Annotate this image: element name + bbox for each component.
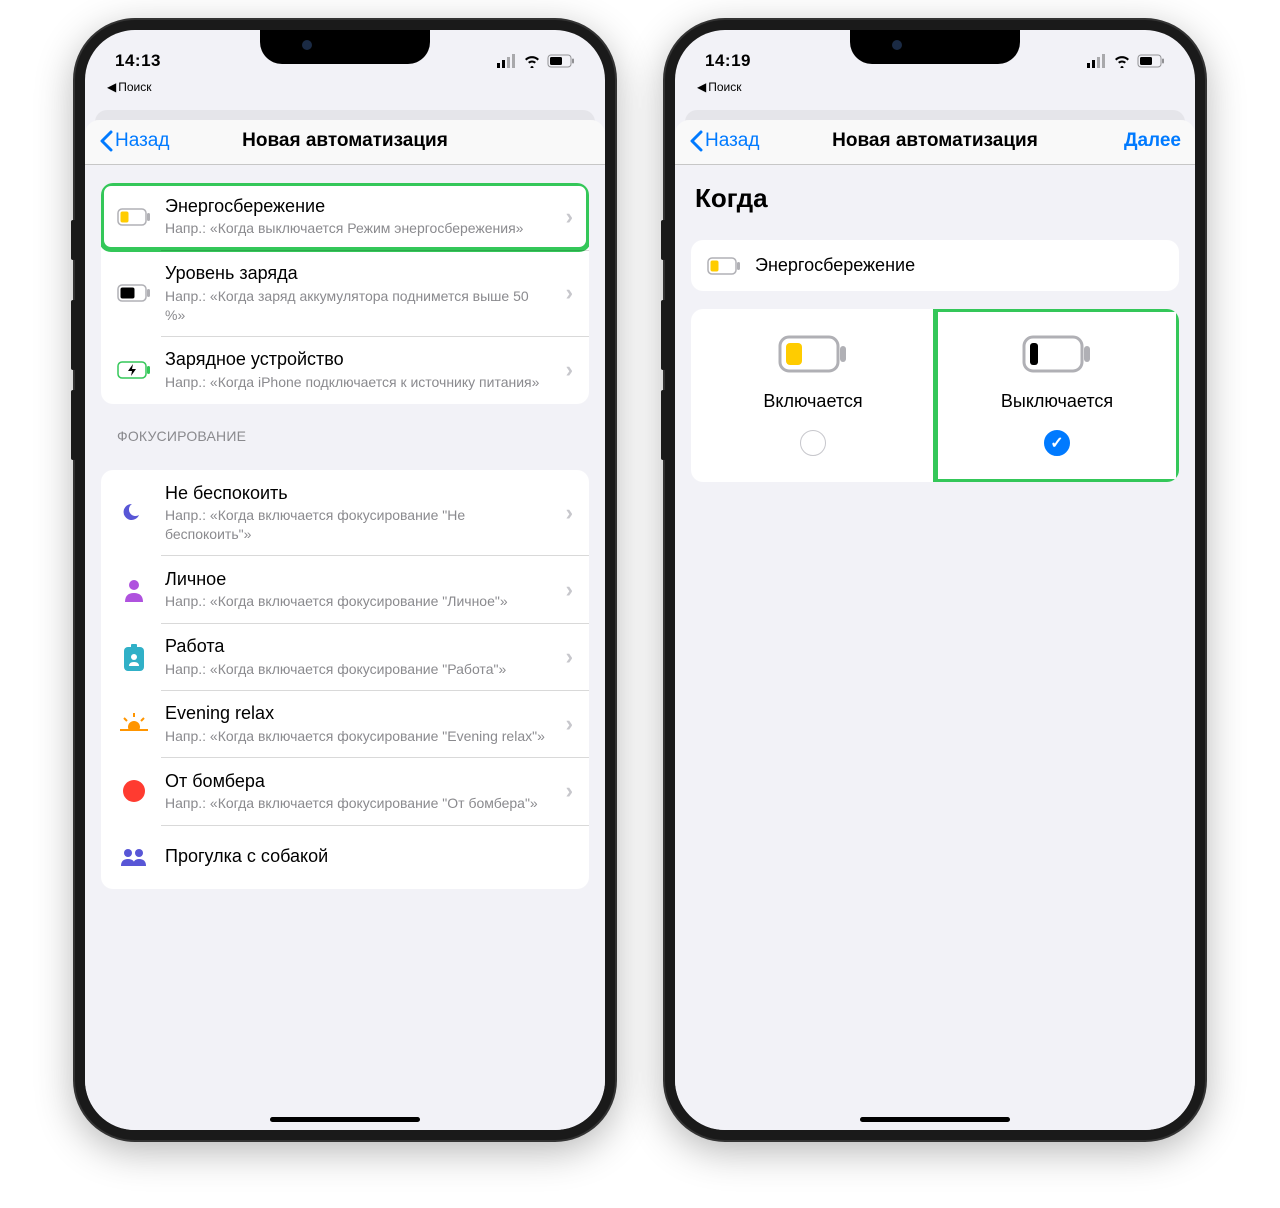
row-dnd[interactable]: Не беспокоить Напр.: «Когда включается ф… [101,470,589,556]
row-text: От бомбера Напр.: «Когда включается фоку… [165,770,552,813]
row-battery-level[interactable]: Уровень заряда Напр.: «Когда заряд аккум… [101,250,589,336]
section-header-focus: ФОКУСИРОВАНИЕ [85,404,605,452]
battery-level-icon [117,284,151,302]
status-time: 14:19 [705,51,751,71]
people-icon [117,848,151,866]
battery-off-icon [1022,335,1092,373]
option-off-label: Выключается [1001,391,1113,412]
option-section: Включается Выключается [691,309,1179,482]
cell-icon [1087,54,1107,68]
chevron-left-icon [689,130,703,152]
row-text: Энергосбережение Напр.: «Когда выключает… [165,195,552,238]
battery-on-icon [778,335,848,373]
page-title: Когда [675,165,1195,222]
trigger-label: Энергосбережение [755,254,915,277]
status-icons [1087,54,1165,68]
wifi-icon [1113,54,1131,68]
sheet: Назад Новая автоматизация Далее Когда Эн… [675,120,1195,1130]
option-grid: Включается Выключается [691,309,1179,482]
notch [260,30,430,64]
row-text: Evening relax Напр.: «Когда включается ф… [165,702,552,745]
status-time: 14:13 [115,51,161,71]
option-on[interactable]: Включается [691,309,935,482]
breadcrumb[interactable]: ◀ Поиск [675,80,1195,98]
row-text: Личное Напр.: «Когда включается фокусиро… [165,568,552,611]
row-text: Уровень заряда Напр.: «Когда заряд аккум… [165,262,552,324]
option-off[interactable]: Выключается [935,309,1179,482]
content[interactable]: Когда Энергосбережение Включается [675,165,1195,1125]
nav-title: Новая автоматизация [242,130,448,152]
back-caret-icon: ◀ [697,80,706,94]
chevron-right-icon: › [566,778,573,804]
battery-icon [547,54,575,68]
battery-icon [1137,54,1165,68]
chevron-right-icon: › [566,644,573,670]
nav-bar: Назад Новая автоматизация Далее [675,120,1195,165]
chevron-right-icon: › [566,204,573,230]
low-power-icon [707,257,741,275]
badge-icon [117,643,151,671]
chevron-right-icon: › [566,500,573,526]
row-work[interactable]: Работа Напр.: «Когда включается фокусиро… [101,623,589,690]
radio-unselected[interactable] [800,430,826,456]
chevron-right-icon: › [566,357,573,383]
row-text: Не беспокоить Напр.: «Когда включается ф… [165,482,552,544]
cell-icon [497,54,517,68]
breadcrumb[interactable]: ◀ Поиск [85,80,605,98]
radio-selected[interactable] [1044,430,1070,456]
nav-bar: Назад Новая автоматизация [85,120,605,165]
focus-section: Не беспокоить Напр.: «Когда включается ф… [101,470,589,889]
content[interactable]: Энергосбережение Напр.: «Когда выключает… [85,165,605,1125]
dot-icon [117,779,151,803]
wifi-icon [523,54,541,68]
charger-icon [117,361,151,379]
trigger-pill: Энергосбережение [691,240,1179,291]
option-on-label: Включается [763,391,862,412]
battery-section: Энергосбережение Напр.: «Когда выключает… [101,183,589,404]
person-icon [117,578,151,602]
sunset-icon [117,713,151,735]
trigger-section: Энергосбережение [691,240,1179,291]
notch [850,30,1020,64]
screen-right: 14:19 ◀ Поиск Назад Новая автоматизация … [675,30,1195,1130]
nav-next-button[interactable]: Далее [1124,130,1181,152]
moon-icon [117,500,151,526]
back-caret-icon: ◀ [107,80,116,94]
phone-left: 14:13 ◀ Поиск Назад Новая автоматизация [75,20,615,1140]
home-indicator[interactable] [860,1117,1010,1122]
row-personal[interactable]: Личное Напр.: «Когда включается фокусиро… [101,556,589,623]
row-low-power-mode[interactable]: Энергосбережение Напр.: «Когда выключает… [101,183,589,250]
nav-title: Новая автоматизация [832,130,1038,152]
row-text: Прогулка с собакой [165,845,573,868]
nav-back-button[interactable]: Назад [99,130,169,152]
chevron-right-icon: › [566,280,573,306]
row-dog-walk[interactable]: Прогулка с собакой [101,825,589,889]
chevron-left-icon [99,130,113,152]
status-icons [497,54,575,68]
screen-left: 14:13 ◀ Поиск Назад Новая автоматизация [85,30,605,1130]
sheet: Назад Новая автоматизация Энергосбережен… [85,120,605,1130]
phone-right: 14:19 ◀ Поиск Назад Новая автоматизация … [665,20,1205,1140]
home-indicator[interactable] [270,1117,420,1122]
nav-back-button[interactable]: Назад [689,130,759,152]
chevron-right-icon: › [566,711,573,737]
row-text: Работа Напр.: «Когда включается фокусиро… [165,635,552,678]
row-charger[interactable]: Зарядное устройство Напр.: «Когда iPhone… [101,336,589,403]
row-bomber[interactable]: От бомбера Напр.: «Когда включается фоку… [101,758,589,825]
low-power-icon [117,208,151,226]
row-evening-relax[interactable]: Evening relax Напр.: «Когда включается ф… [101,690,589,757]
row-text: Зарядное устройство Напр.: «Когда iPhone… [165,348,552,391]
chevron-right-icon: › [566,577,573,603]
